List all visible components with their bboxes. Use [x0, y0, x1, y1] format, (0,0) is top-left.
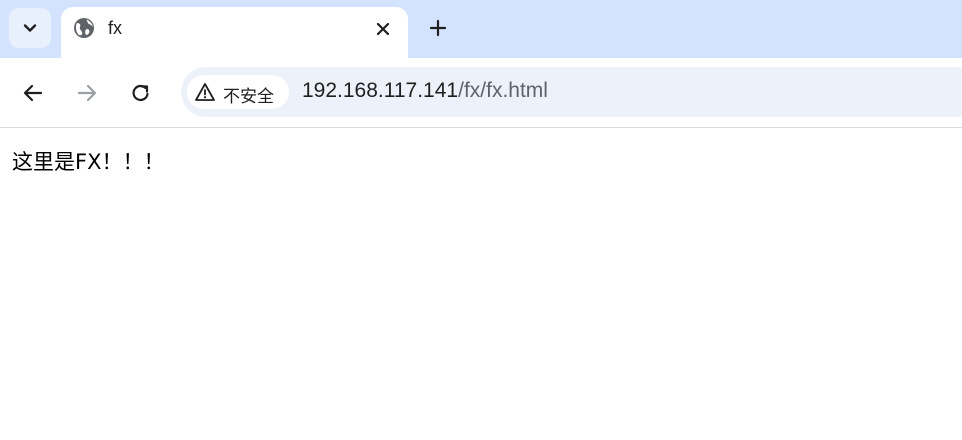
new-tab-button[interactable] — [424, 14, 452, 42]
tab-search-button[interactable] — [9, 8, 51, 48]
toolbar-divider — [0, 127, 962, 128]
browser-toolbar: 不安全 192.168.117.141/fx/fx.html — [0, 58, 962, 127]
globe-icon — [74, 18, 94, 38]
arrow-right-icon — [77, 84, 97, 102]
address-bar[interactable]: 不安全 192.168.117.141/fx/fx.html — [181, 67, 962, 117]
tab-strip: fx — [0, 0, 962, 58]
url-text[interactable]: 192.168.117.141/fx/fx.html — [302, 79, 548, 103]
active-tab[interactable]: fx — [61, 7, 408, 58]
url-host: 192.168.117.141 — [302, 79, 459, 102]
forward-button[interactable] — [72, 78, 102, 108]
page-content-text: 这里是FX！！！ — [12, 150, 165, 174]
back-button[interactable] — [18, 78, 48, 108]
chevron-down-icon — [23, 24, 37, 32]
reload-button[interactable] — [126, 78, 156, 108]
plus-icon — [429, 19, 447, 37]
warning-triangle-icon — [195, 83, 215, 101]
security-label: 不安全 — [223, 87, 274, 107]
reload-icon — [132, 84, 149, 101]
url-path: /fx/fx.html — [458, 79, 548, 102]
tab-title: fx — [108, 18, 123, 38]
arrow-left-icon — [23, 84, 43, 102]
close-icon — [376, 22, 390, 36]
tab-close-button[interactable] — [371, 17, 395, 41]
security-chip[interactable]: 不安全 — [187, 75, 289, 109]
